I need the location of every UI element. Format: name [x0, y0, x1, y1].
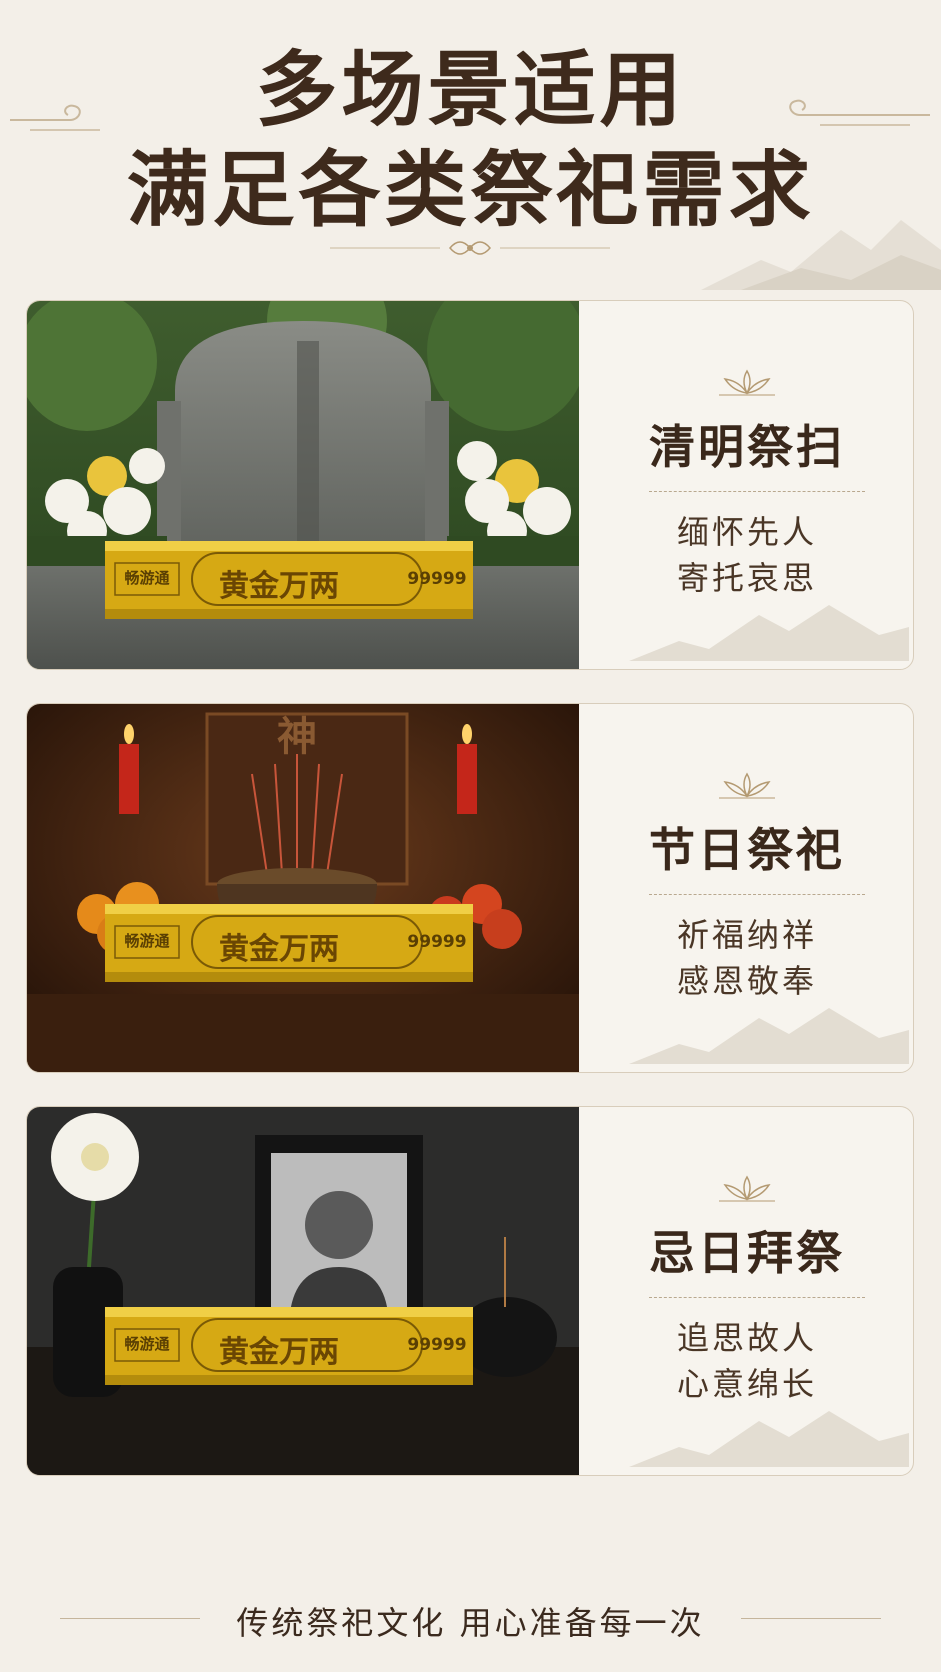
- page: 多场景适用 满足各类祭祀需求 畅游通 黄金万两 99999 清明祭扫 缅怀先人 …: [0, 0, 941, 1672]
- scene-photo-portrait: 畅游通 黄金万两 99999: [27, 1107, 579, 1475]
- lotus-ornament-icon: [719, 369, 775, 396]
- scene-photo-altar: 神 畅游通 黄金万两 99999: [27, 704, 579, 1072]
- scene-photo-tombstone: 畅游通 黄金万两 99999: [27, 301, 579, 669]
- scene-divider: [649, 1297, 865, 1298]
- gold-bar-purity: 99999: [407, 1335, 467, 1355]
- lotus-ornament-icon: [719, 772, 775, 799]
- scene-card-anniversary: 畅游通 黄金万两 99999 忌日拜祭 追思故人 心意绵长: [26, 1106, 914, 1476]
- gold-bar-name: 黄金万两: [219, 569, 339, 604]
- lotus-ornament-icon: [719, 1175, 775, 1202]
- scene-title: 节日祭祀: [649, 823, 845, 877]
- scene-card-festival: 神 畅游通 黄金万两 99999 节日祭祀 祈福纳祥 感恩敬奉: [26, 703, 914, 1073]
- scene-divider: [649, 491, 865, 492]
- ink-mountain-decoration: [629, 1411, 909, 1467]
- footer: 传统祭祀文化 用心准备每一次: [0, 1590, 941, 1646]
- scene-divider: [649, 894, 865, 895]
- gold-bar-brand: 畅游通: [124, 932, 170, 950]
- scene-title: 清明祭扫: [649, 420, 845, 474]
- gold-bar-name: 黄金万两: [219, 932, 339, 967]
- gold-bar-purity: 99999: [407, 569, 467, 589]
- gold-bar-purity: 99999: [407, 932, 467, 952]
- altar-character: 神: [277, 713, 317, 760]
- page-title-line1: 多场景适用: [255, 42, 686, 138]
- footer-right-line: [741, 1618, 881, 1619]
- ink-mountain-top: [701, 220, 941, 290]
- scene-line1: 缅怀先人: [676, 513, 817, 551]
- scene-title: 忌日拜祭: [649, 1226, 845, 1280]
- scene-line1: 祈福纳祥: [676, 916, 817, 954]
- ink-mountain-decoration: [629, 605, 909, 661]
- scene-line1: 追思故人: [676, 1319, 817, 1357]
- scene-text-panel: 节日祭祀 祈福纳祥 感恩敬奉: [579, 704, 913, 1072]
- scene-text-panel: 清明祭扫 缅怀先人 寄托哀思: [579, 301, 913, 669]
- gold-bar-brand: 畅游通: [124, 569, 170, 587]
- scene-card-qingming: 畅游通 黄金万两 99999 清明祭扫 缅怀先人 寄托哀思: [26, 300, 914, 670]
- gold-bar-name: 黄金万两: [219, 1335, 339, 1370]
- footer-slogan: 传统祭祀文化 用心准备每一次: [236, 1604, 705, 1642]
- scene-text-panel: 忌日拜祭 追思故人 心意绵长: [579, 1107, 913, 1475]
- gold-bar-brand: 畅游通: [124, 1335, 170, 1353]
- title-divider-ornament: [330, 241, 610, 255]
- ink-mountain-decoration: [629, 1008, 909, 1064]
- header: 多场景适用 满足各类祭祀需求: [0, 0, 941, 300]
